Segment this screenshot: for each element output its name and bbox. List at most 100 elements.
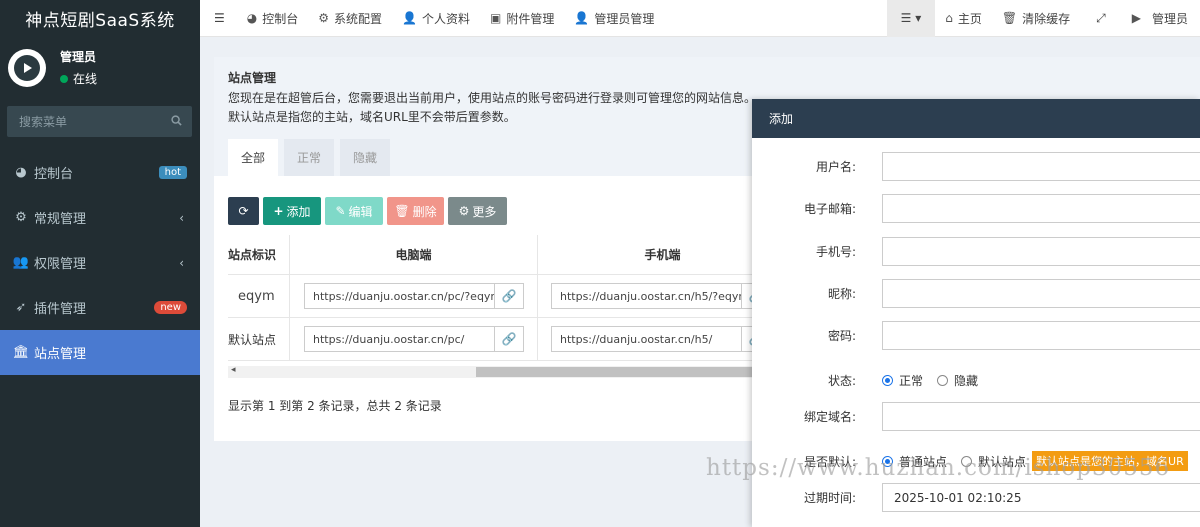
tab-label: 系统配置 (334, 11, 383, 26)
bars-icon: ☰ (214, 11, 225, 25)
mobile-field[interactable] (882, 237, 1200, 266)
link-icon[interactable]: 🔗 (495, 326, 524, 352)
tab-attachment[interactable]: ▣ 附件管理 (480, 0, 564, 37)
delete-label: 删除 (412, 204, 437, 219)
pc-url-input[interactable]: https://duanju.oostar.cn/pc/?eqym (304, 283, 495, 309)
nickname-label: 昵称: (827, 287, 856, 301)
mobile-url-input[interactable]: https://duanju.oostar.cn/h5/?eqym (551, 283, 742, 309)
trash-icon: 🗑 (394, 204, 410, 218)
domain-field[interactable] (882, 402, 1200, 431)
avatar-small-icon: ▶ (1131, 11, 1141, 25)
nickname-field[interactable] (882, 279, 1200, 308)
username-row: 用户名: (752, 152, 1200, 181)
password-field[interactable] (882, 321, 1200, 350)
tabs-dropdown-button[interactable]: ☰ ▾ (886, 0, 936, 37)
trash-icon: 🗑 (1001, 11, 1018, 25)
mobile-url-cell: https://duanju.oostar.cn/h5/?eqym🔗 (538, 275, 788, 317)
mobile-label: 手机号: (815, 245, 856, 259)
plus-icon: + (273, 204, 284, 218)
site-id-cell: 默认站点 (228, 318, 290, 360)
dashboard-icon: ◕ (15, 165, 27, 180)
tab-all[interactable]: 全部 (228, 139, 279, 176)
col-header-pc: 电脑端 (290, 235, 538, 274)
clear-cache-button[interactable]: 🗑 清除缓存 (992, 0, 1080, 37)
admin-menu[interactable]: ▶ 管理员 (1122, 0, 1200, 37)
radio-label: 隐藏 (954, 373, 979, 388)
tab-normal[interactable]: 正常 (284, 139, 335, 176)
user-icon: 👤 (574, 11, 590, 25)
filter-tabs: 全部 正常 隐藏 (228, 139, 396, 176)
table-horizontal-scrollbar[interactable]: ◂ (228, 365, 752, 378)
status-radio-normal[interactable]: 正常 (882, 372, 923, 389)
page-desc-1: 您现在是在超管后台，您需要退出当前用户，使用站点的账号密码进行登录则可管理您的网… (228, 91, 757, 105)
sidebar-item-label: 权限管理 (34, 257, 87, 272)
tab-label: 附件管理 (506, 11, 555, 26)
menu-toggle-button[interactable]: ☰ (200, 0, 237, 37)
home-label: 主页 (957, 11, 982, 26)
page-title: 站点管理 (228, 71, 277, 85)
expire-label: 过期时间: (803, 491, 856, 505)
user-name: 管理员 (60, 50, 97, 64)
tab-hidden[interactable]: 隐藏 (340, 139, 391, 176)
add-button[interactable]: + 添加 (263, 197, 321, 225)
sidebar-item-general[interactable]: ⚙ 常规管理 ‹ (0, 195, 200, 240)
list-icon: ☰ ▾ (900, 11, 922, 25)
sidebar-item-permission[interactable]: 👥 权限管理 ‹ (0, 240, 200, 285)
play-logo-icon (14, 54, 40, 81)
tab-label: 控制台 (262, 11, 299, 26)
radio-unchecked-icon (937, 374, 949, 386)
edit-button[interactable]: ✎ 编辑 (325, 197, 383, 225)
fullscreen-button[interactable]: ⤢ (1080, 0, 1122, 37)
tab-system-config[interactable]: ⚙ 系统配置 (308, 0, 392, 37)
dialog-title: 添加 (752, 99, 1200, 138)
nickname-row: 昵称: (752, 279, 1200, 308)
site-id-cell: eqym (228, 275, 290, 317)
sidebar-item-site[interactable]: 🏛 站点管理 (0, 330, 200, 375)
app-title: 神点短剧SaaS系统 (0, 0, 200, 36)
password-row: 密码: (752, 321, 1200, 350)
gear-icon: ⚙ (458, 204, 470, 218)
tab-dashboard[interactable]: ◕ 控制台 (237, 0, 309, 37)
sidebar-item-dashboard[interactable]: ◕ 控制台 hot (0, 150, 200, 195)
cogs-icon: ⚙ (15, 210, 27, 225)
email-label: 电子邮箱: (803, 202, 856, 216)
menu-search-input[interactable]: 搜索菜单 (7, 106, 192, 137)
chevron-left-icon: ‹ (179, 255, 184, 270)
mobile-url-input[interactable]: https://duanju.oostar.cn/h5/ (551, 326, 742, 352)
pencil-icon: ✎ (335, 204, 346, 218)
mobile-row: 手机号: (752, 237, 1200, 266)
refresh-icon: ⟳ (238, 204, 249, 218)
password-label: 密码: (827, 329, 856, 343)
sidebar-item-label: 站点管理 (34, 347, 87, 362)
search-placeholder: 搜索菜单 (19, 115, 68, 129)
radio-checked-icon (882, 374, 893, 386)
online-dot-icon (60, 74, 68, 83)
scroll-left-icon[interactable]: ◂ (231, 365, 236, 375)
dashboard-icon: ◕ (246, 11, 258, 25)
clear-cache-label: 清除缓存 (1022, 11, 1071, 26)
home-link[interactable]: ⌂ 主页 (935, 0, 992, 37)
refresh-button[interactable]: ⟳ (228, 197, 259, 225)
col-header-mobile: 手机端 (538, 235, 788, 274)
tab-label: 个人资料 (422, 11, 471, 26)
topbar: ☰ ◕ 控制台 ⚙ 系统配置 👤 个人资料 ▣ 附件管理 👤 管理员管理 ☰ ▾ ⌂ 主页 … (200, 0, 1200, 37)
link-icon[interactable]: 🔗 (495, 283, 524, 309)
scrollbar-thumb[interactable] (476, 367, 752, 377)
search-icon[interactable] (171, 114, 182, 129)
username-field[interactable] (882, 152, 1200, 181)
sidebar-item-label: 常规管理 (34, 212, 87, 227)
more-label: 更多 (472, 204, 497, 219)
page-desc-2: 默认站点是指您的主站，域名URL里不会带后置参数。 (228, 110, 516, 124)
delete-button[interactable]: 🗑 删除 (387, 197, 444, 225)
status-radio-hidden[interactable]: 隐藏 (937, 372, 978, 389)
sidebar-item-plugin[interactable]: ➶ 插件管理 new (0, 285, 200, 330)
sidebar-item-label: 控制台 (34, 167, 74, 182)
pc-url-input[interactable]: https://duanju.oostar.cn/pc/ (304, 326, 495, 352)
email-field[interactable] (882, 194, 1200, 223)
username-label: 用户名: (815, 160, 856, 174)
more-button[interactable]: ⚙ 更多 (448, 197, 507, 225)
tab-admin-manage[interactable]: 👤 管理员管理 (564, 0, 664, 37)
tab-profile[interactable]: 👤 个人资料 (392, 0, 480, 37)
user-status: 在线 (60, 70, 97, 87)
expire-field[interactable]: 2025-10-01 02:10:25 (882, 483, 1200, 512)
